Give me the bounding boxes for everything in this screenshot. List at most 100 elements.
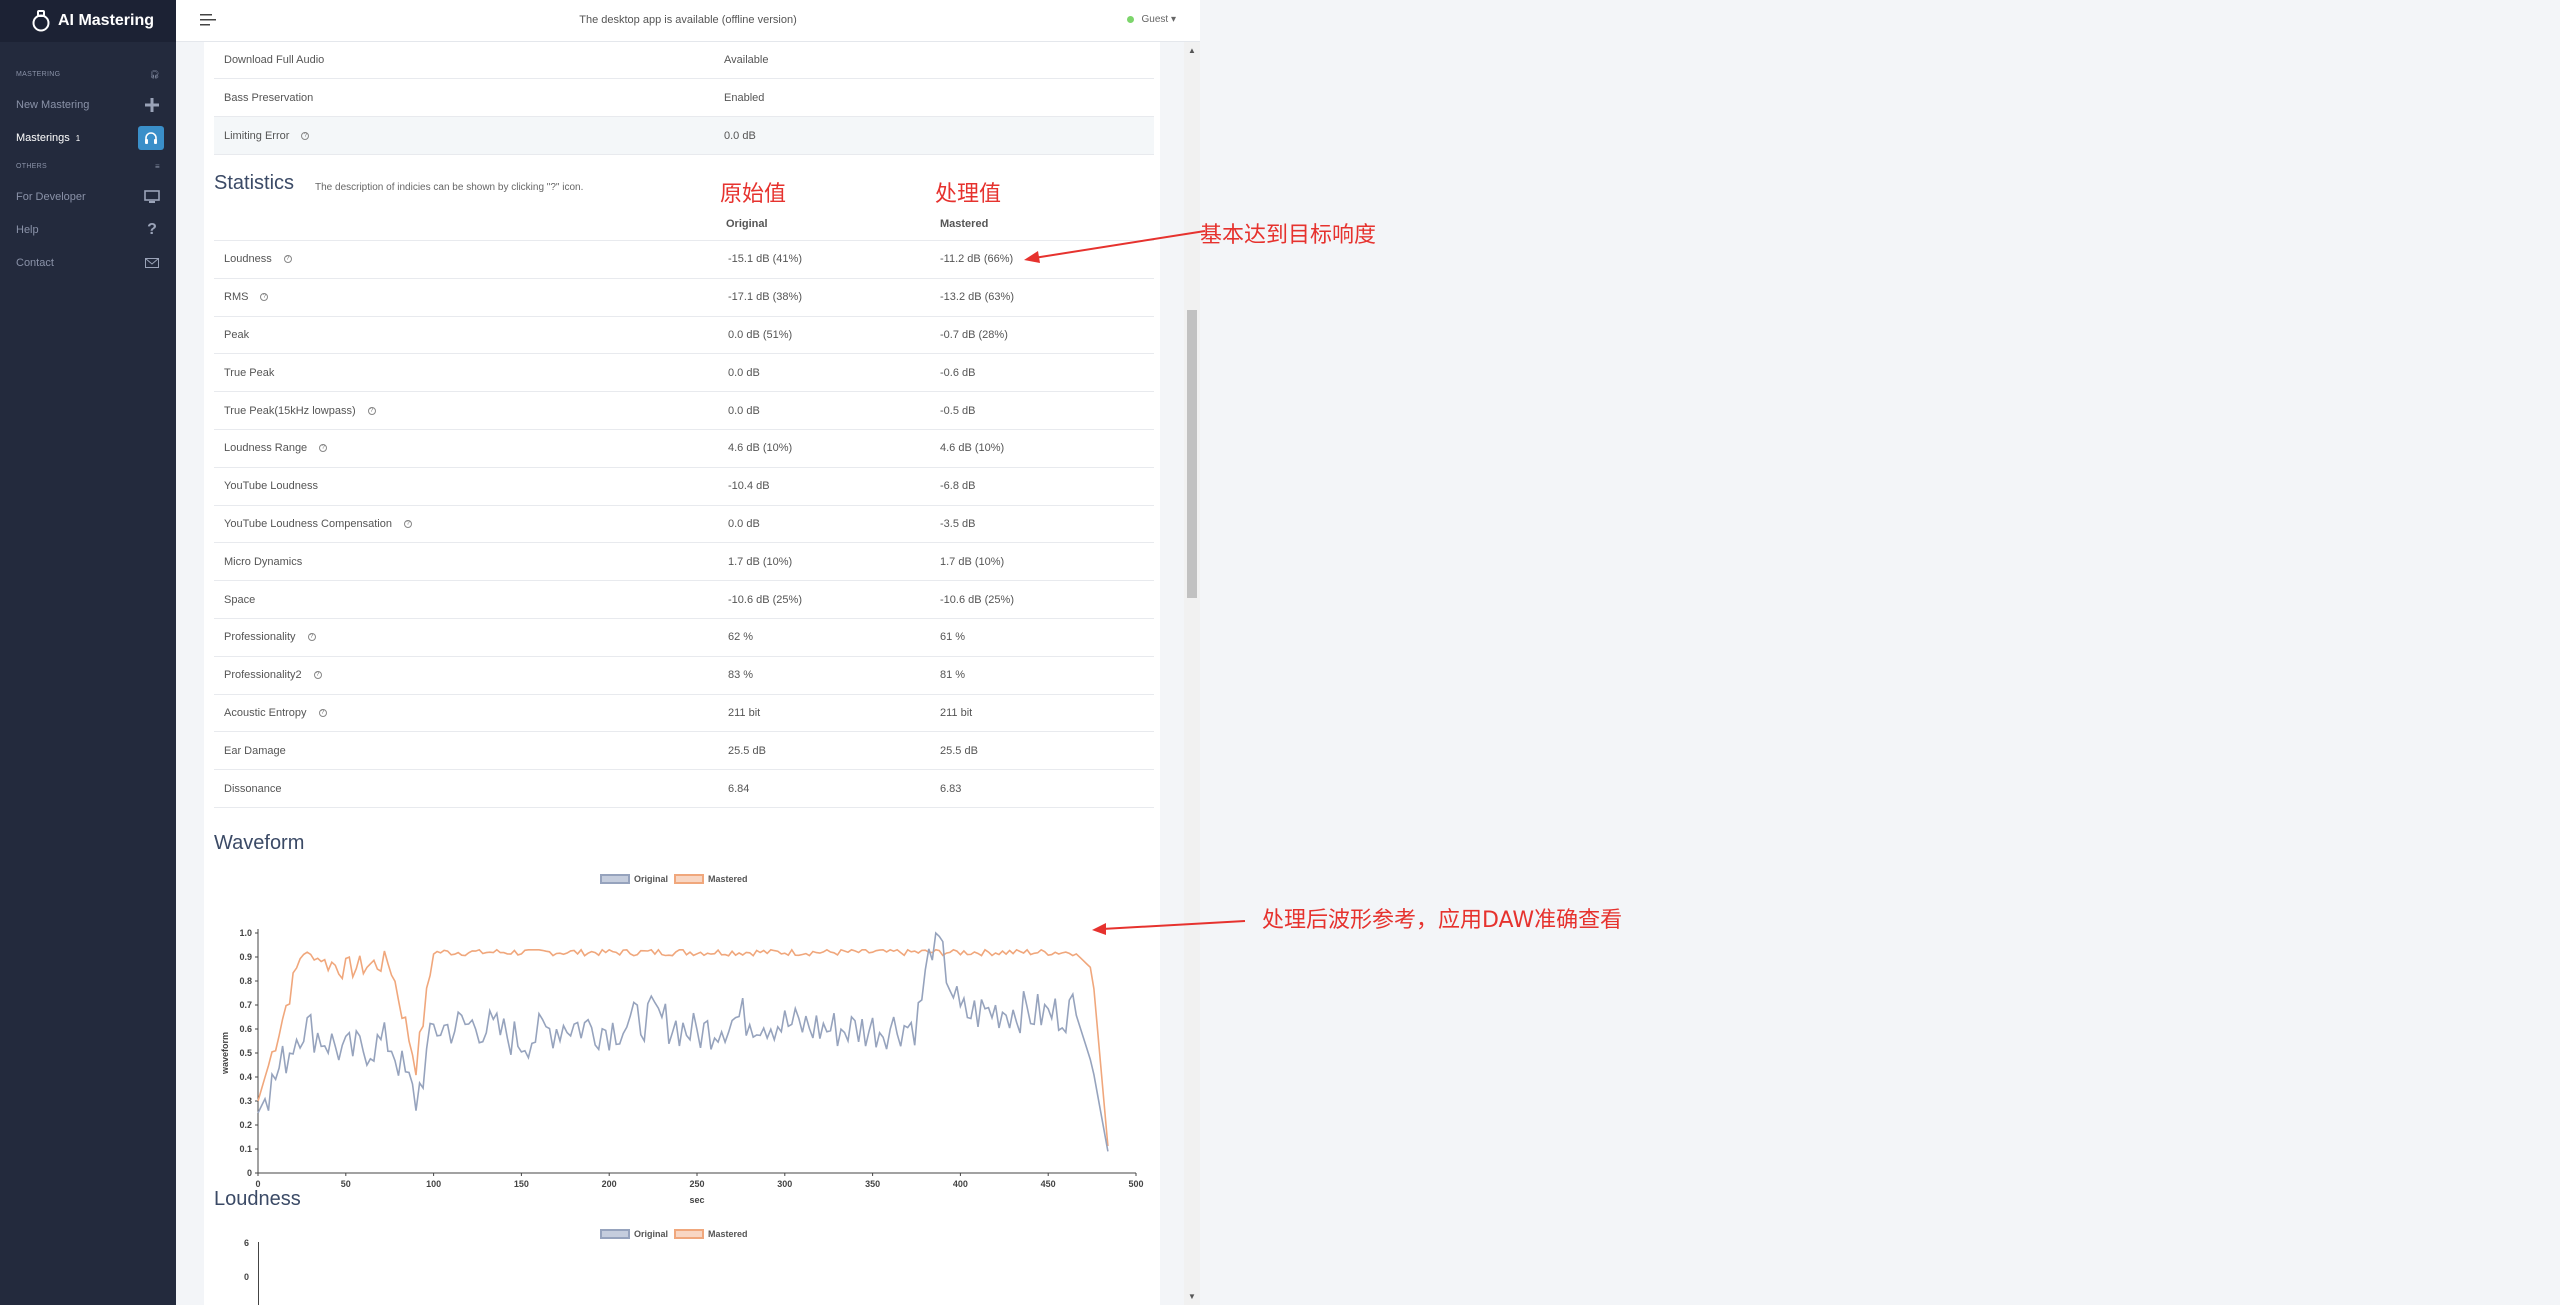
- user-name: Guest ▾: [1141, 14, 1176, 25]
- table-row: Loudness Range? 4.6 dB (10%) 4.6 dB (10%): [214, 430, 1154, 468]
- waveform-y-tick-label: 0.7: [239, 1000, 252, 1010]
- setting-value: Available: [724, 53, 769, 66]
- sidebar-item-label: New Mastering: [16, 98, 90, 111]
- stat-original: -10.4 dB: [728, 480, 770, 493]
- annotation-arrow-waveform: [1092, 920, 1246, 935]
- help-icon[interactable]: ?: [319, 444, 328, 453]
- brand-name: AI Mastering: [58, 12, 155, 29]
- waveform-y-tick-label: 0.2: [239, 1120, 252, 1130]
- table-row: Peak 0.0 dB (51%) -0.7 dB (28%): [214, 317, 1154, 355]
- help-icon[interactable]: ?: [301, 131, 310, 140]
- help-icon[interactable]: ?: [260, 293, 269, 302]
- sidebar-item-masterings[interactable]: Masterings 1: [0, 121, 176, 154]
- scroll-down-icon[interactable]: ▼: [1188, 1292, 1196, 1301]
- stat-mastered: -0.7 dB (28%): [940, 328, 1008, 341]
- waveform-y-tick-label: 0.4: [239, 1072, 252, 1082]
- table-row: Acoustic Entropy? 211 bit 211 bit: [214, 695, 1154, 733]
- help-icon[interactable]: ?: [403, 519, 412, 528]
- stat-name: Professionality: [224, 631, 296, 644]
- loudness-title: Loudness: [214, 1188, 301, 1210]
- sidebar-item-new-mastering[interactable]: New Mastering: [0, 88, 176, 121]
- setting-value: 0.0 dB: [724, 129, 756, 142]
- sidebar-section-mastering: MASTERING 🎧︎: [0, 66, 176, 82]
- stat-original: 25.5 dB: [728, 744, 766, 757]
- stat-original: 4.6 dB (10%): [728, 442, 793, 455]
- annotation-loudness-note: 基本达到目标响度: [1200, 223, 1377, 248]
- table-row: Download Full Audio Available: [214, 42, 1154, 79]
- stat-original: 0.0 dB: [728, 404, 760, 417]
- user-menu[interactable]: Guest ▾: [1126, 14, 1176, 25]
- help-icon[interactable]: ?: [283, 255, 292, 264]
- waveform-x-tick-label: 400: [953, 1179, 968, 1189]
- table-row: YouTube Loudness -10.4 dB -6.8 dB: [214, 468, 1154, 506]
- setting-name: Bass Preservation: [224, 91, 314, 104]
- waveform-x-tick-label: 500: [1128, 1179, 1143, 1189]
- stat-name: Loudness Range: [224, 442, 308, 455]
- setting-name: Limiting Error: [224, 129, 290, 142]
- table-row: True Peak 0.0 dB -0.6 dB: [214, 354, 1154, 393]
- legend-label-original: Original: [634, 874, 669, 884]
- waveform-y-tick-label: 0: [247, 1168, 252, 1178]
- loudness-legend: Original Mastered: [600, 1229, 748, 1239]
- stat-original: 0.0 dB (51%): [728, 328, 793, 341]
- help-icon[interactable]: ?: [313, 671, 322, 680]
- loudness-y-tick: 0: [244, 1272, 250, 1282]
- waveform-x-tick-label: 150: [514, 1179, 529, 1189]
- waveform-y-tick-label: 0.6: [239, 1024, 252, 1034]
- waveform-x-tick-label: 350: [865, 1179, 880, 1189]
- waveform-x-tick-label: 250: [689, 1179, 704, 1189]
- stat-name: RMS: [224, 291, 249, 304]
- section-label: OTHERS: [16, 162, 47, 170]
- sidebar: AI Mastering MASTERING 🎧︎ New Mastering …: [0, 0, 176, 1305]
- table-row: Micro Dynamics 1.7 dB (10%) 1.7 dB (10%): [214, 543, 1154, 582]
- list-icon: ≡: [155, 161, 160, 171]
- statistics-title: Statistics: [214, 172, 295, 194]
- table-row: Professionality? 62 % 61 %: [214, 619, 1154, 657]
- table-row: True Peak(15kHz lowpass)? 0.0 dB -0.5 dB: [214, 392, 1154, 430]
- stat-mastered: -6.8 dB: [940, 480, 976, 493]
- loudness-y-tick: 6: [244, 1238, 250, 1248]
- sidebar-item-for-developer[interactable]: For Developer: [0, 180, 176, 213]
- stat-mastered: -11.2 dB (66%): [940, 253, 1014, 266]
- stat-mastered: 6.83: [940, 782, 962, 795]
- stat-original: 0.0 dB: [728, 517, 760, 530]
- scroll-up-icon[interactable]: ▲: [1188, 46, 1196, 55]
- sidebar-item-label: For Developer: [16, 190, 86, 203]
- stat-original: 62 %: [728, 631, 754, 644]
- waveform-y-tick-label: 0.8: [239, 976, 252, 986]
- stat-name: Micro Dynamics: [224, 555, 303, 568]
- waveform-y-tick-label: 0.5: [239, 1048, 252, 1058]
- masterings-count: 1: [75, 133, 81, 143]
- waveform-x-tick-label: 200: [602, 1179, 617, 1189]
- table-row: Space -10.6 dB (25%) -10.6 dB (25%): [214, 581, 1154, 619]
- waveform-series-mastered: [257, 948, 1109, 1147]
- stat-mastered: -10.6 dB (25%): [940, 593, 1014, 606]
- section-label: MASTERING: [16, 70, 61, 78]
- legend-swatch-original: [600, 1229, 630, 1239]
- sidebar-item-contact[interactable]: Contact: [0, 246, 176, 279]
- monitor-icon: [140, 185, 164, 209]
- waveform-y-tick-label: 0.9: [239, 952, 252, 962]
- desktop-app-notice[interactable]: The desktop app is available (offline ve…: [176, 14, 1200, 26]
- online-status-icon: [1126, 16, 1134, 23]
- stat-mastered: 25.5 dB: [940, 744, 978, 757]
- help-icon[interactable]: ?: [367, 406, 376, 415]
- waveform-title: Waveform: [214, 832, 305, 854]
- headphones-icon: [138, 125, 164, 150]
- sidebar-item-help[interactable]: Help ?: [0, 213, 176, 246]
- legend-swatch-mastered: [674, 874, 705, 884]
- stat-mastered: -0.6 dB: [940, 366, 976, 379]
- logo-icon: [32, 10, 50, 32]
- table-row: Ear Damage 25.5 dB 25.5 dB: [214, 732, 1154, 771]
- annotation-original-label: 原始值: [720, 182, 787, 207]
- stat-mastered: -3.5 dB: [940, 517, 976, 530]
- help-icon[interactable]: ?: [318, 708, 327, 717]
- table-row: Dissonance 6.84 6.83: [214, 770, 1154, 808]
- scrollbar-thumb[interactable]: [1187, 310, 1197, 598]
- legend-label-original: Original: [634, 1229, 669, 1239]
- help-icon[interactable]: ?: [307, 633, 316, 642]
- stat-mastered: 81 %: [940, 669, 966, 682]
- stat-mastered: -0.5 dB: [940, 404, 976, 417]
- brand[interactable]: AI Mastering: [0, 0, 176, 42]
- stat-original: 0.0 dB: [728, 366, 760, 379]
